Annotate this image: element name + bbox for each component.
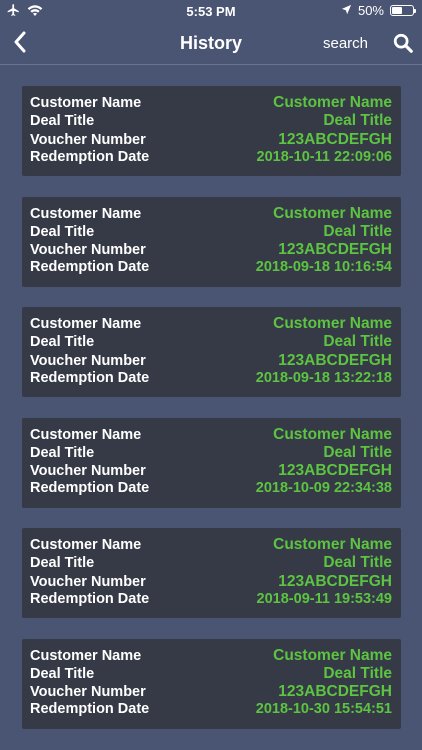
deal-title-value: Deal Title	[323, 333, 392, 351]
history-list: Customer Name Customer Name Deal Title D…	[22, 86, 401, 749]
customer-row: Customer Name Customer Name	[30, 647, 392, 665]
customer-name-value: Customer Name	[273, 204, 392, 222]
redemption-row: Redemption Date 2018-10-30 15:54:51	[30, 701, 392, 719]
deal-title-label: Deal Title	[30, 444, 95, 461]
history-card[interactable]: Customer Name Customer Name Deal Title D…	[22, 417, 401, 508]
battery-percent: 50%	[357, 3, 384, 18]
status-bar: 5:53 PM 50%	[0, 0, 422, 22]
voucher-number-value: 123ABCDEFGH	[278, 130, 392, 148]
voucher-number-value: 123ABCDEFGH	[278, 462, 392, 480]
voucher-number-label: Voucher Number	[30, 352, 146, 369]
deal-title-label: Deal Title	[30, 334, 95, 351]
deal-title-label: Deal Title	[30, 555, 95, 572]
deal-title-label: Deal Title	[30, 223, 95, 240]
deal-title-value: Deal Title	[323, 222, 392, 240]
customer-name-label: Customer Name	[30, 95, 142, 111]
redemption-date-value: 2018-09-18 10:16:54	[255, 259, 392, 276]
redemption-date-value: 2018-10-30 15:54:51	[255, 701, 392, 718]
voucher-row: Voucher Number 123ABCDEFGH	[30, 131, 392, 149]
history-card[interactable]: Customer Name Customer Name Deal Title D…	[22, 86, 401, 176]
deal-title-value: Deal Title	[323, 664, 392, 682]
voucher-number-value: 123ABCDEFGH	[278, 351, 392, 369]
customer-name-label: Customer Name	[30, 426, 142, 443]
customer-name-label: Customer Name	[30, 316, 142, 332]
customer-name-value: Customer Name	[273, 315, 392, 332]
voucher-number-value: 123ABCDEFGH	[278, 241, 392, 259]
redemption-row: Redemption Date 2018-09-18 10:16:54	[30, 259, 392, 277]
customer-name-value: Customer Name	[273, 646, 392, 664]
voucher-number-value: 123ABCDEFGH	[278, 572, 392, 590]
deal-row: Deal Title Deal Title	[30, 665, 392, 683]
deal-title-value: Deal Title	[323, 554, 392, 572]
redemption-row: Redemption Date 2018-10-11 22:09:06	[30, 149, 392, 167]
voucher-row: Voucher Number 123ABCDEFGH	[30, 241, 392, 259]
redemption-date-label: Redemption Date	[30, 148, 150, 165]
redemption-date-value: 2018-10-09 22:34:38	[255, 480, 392, 497]
deal-row: Deal Title Deal Title	[30, 554, 392, 572]
deal-row: Deal Title Deal Title	[30, 112, 392, 130]
customer-row: Customer Name Customer Name	[30, 315, 392, 333]
redemption-date-label: Redemption Date	[30, 701, 150, 718]
redemption-date-label: Redemption Date	[30, 480, 150, 497]
battery-icon	[390, 5, 416, 16]
deal-title-value: Deal Title	[323, 112, 392, 130]
history-card[interactable]: Customer Name Customer Name Deal Title D…	[22, 196, 401, 287]
deal-title-value: Deal Title	[323, 443, 392, 461]
deal-title-label: Deal Title	[30, 665, 95, 682]
voucher-row: Voucher Number 123ABCDEFGH	[30, 683, 392, 701]
voucher-number-value: 123ABCDEFGH	[278, 683, 392, 701]
customer-row: Customer Name Customer Name	[30, 426, 392, 444]
voucher-row: Voucher Number 123ABCDEFGH	[30, 352, 392, 370]
deal-row: Deal Title Deal Title	[30, 444, 392, 462]
location-arrow-icon	[341, 3, 352, 18]
voucher-number-label: Voucher Number	[30, 242, 146, 259]
deal-row: Deal Title Deal Title	[30, 333, 392, 351]
voucher-row: Voucher Number 123ABCDEFGH	[30, 573, 392, 591]
voucher-number-label: Voucher Number	[30, 684, 146, 701]
deal-title-label: Deal Title	[30, 113, 95, 130]
redemption-date-value: 2018-09-11 19:53:49	[256, 590, 392, 607]
customer-row: Customer Name Customer Name	[30, 205, 392, 223]
redemption-date-label: Redemption Date	[30, 590, 150, 607]
search-button[interactable]: search	[323, 35, 368, 52]
history-card[interactable]: Customer Name Customer Name Deal Title D…	[22, 528, 401, 618]
redemption-date-value: 2018-09-18 13:22:18	[255, 369, 392, 386]
nav-bar: History search	[0, 22, 422, 65]
battery-level	[392, 7, 402, 14]
customer-row: Customer Name Customer Name	[30, 94, 392, 112]
redemption-date-value: 2018-10-11 22:09:06	[256, 148, 392, 165]
customer-name-label: Customer Name	[30, 647, 142, 664]
deal-row: Deal Title Deal Title	[30, 223, 392, 241]
customer-name-value: Customer Name	[273, 94, 392, 111]
voucher-row: Voucher Number 123ABCDEFGH	[30, 462, 392, 480]
redemption-row: Redemption Date 2018-09-18 13:22:18	[30, 370, 392, 388]
redemption-date-label: Redemption Date	[30, 259, 150, 276]
history-card[interactable]: Customer Name Customer Name Deal Title D…	[22, 307, 401, 397]
redemption-row: Redemption Date 2018-09-11 19:53:49	[30, 591, 392, 609]
voucher-number-label: Voucher Number	[30, 131, 146, 148]
customer-row: Customer Name Customer Name	[30, 536, 392, 554]
voucher-number-label: Voucher Number	[30, 573, 146, 590]
redemption-date-label: Redemption Date	[30, 369, 150, 386]
search-icon-button[interactable]	[392, 32, 416, 56]
customer-name-label: Customer Name	[30, 205, 142, 222]
customer-name-value: Customer Name	[273, 536, 392, 553]
magnifier-icon	[392, 33, 414, 58]
customer-name-value: Customer Name	[273, 425, 392, 443]
redemption-row: Redemption Date 2018-10-09 22:34:38	[30, 480, 392, 498]
history-card[interactable]: Customer Name Customer Name Deal Title D…	[22, 638, 401, 729]
customer-name-label: Customer Name	[30, 537, 142, 553]
status-right: 50%	[341, 3, 416, 18]
voucher-number-label: Voucher Number	[30, 463, 146, 480]
